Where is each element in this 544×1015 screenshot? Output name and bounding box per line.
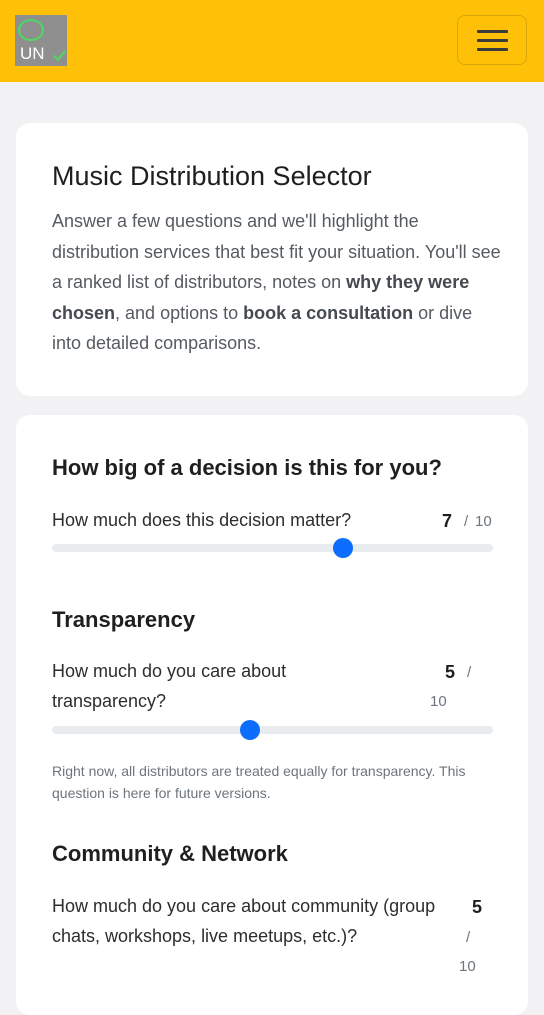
- intro-bold-consultation: book a consultation: [243, 302, 414, 323]
- question-slash-decision: /: [464, 513, 469, 530]
- hamburger-menu-icon: [477, 39, 508, 42]
- logo-check-icon: [52, 47, 67, 61]
- page-title: Music Distribution Selector: [52, 161, 372, 191]
- section-title-decision: How big of a decision is this for you?: [52, 455, 442, 480]
- question-value-decision: 7: [442, 511, 453, 531]
- logo-ring-icon: [18, 19, 44, 41]
- intro-paragraph: Answer a few questions and we'll highlig…: [52, 206, 502, 359]
- questions-card: How big of a decision is this for you? H…: [16, 415, 528, 1015]
- question-max-transparency: 10: [430, 693, 447, 710]
- slider-transparency[interactable]: [52, 720, 493, 740]
- question-label-decision: How much does this decision matter?: [52, 510, 352, 530]
- section-title-community: Community & Network: [52, 841, 288, 866]
- question-value-transparency: 5: [445, 662, 456, 682]
- transparency-note: Right now, all distributors are treated …: [52, 763, 466, 801]
- logo-text: UN: [20, 44, 45, 63]
- hamburger-menu-icon: [477, 30, 508, 33]
- logo[interactable]: UN: [15, 15, 67, 66]
- section-title-transparency: Transparency: [52, 607, 196, 632]
- slider-thumb-decision[interactable]: [333, 538, 354, 558]
- intro-card: Music Distribution Selector Answer a few…: [16, 123, 528, 396]
- question-slash-transparency: /: [467, 664, 472, 681]
- slider-decision[interactable]: [52, 538, 493, 558]
- intro-text: , and options to: [115, 302, 244, 323]
- question-slash-community: /: [466, 929, 471, 946]
- slider-thumb-transparency[interactable]: [240, 720, 261, 740]
- question-max-community: 10: [459, 958, 476, 975]
- hamburger-menu-icon: [477, 48, 508, 51]
- navbar: UN: [0, 0, 544, 82]
- question-value-community: 5: [472, 897, 483, 917]
- question-label-transparency: How much do you care about transparency?: [52, 661, 287, 711]
- menu-toggle-button[interactable]: [457, 15, 527, 65]
- question-label-community: How much do you care about community (gr…: [52, 896, 436, 946]
- question-max-decision: 10: [475, 513, 492, 530]
